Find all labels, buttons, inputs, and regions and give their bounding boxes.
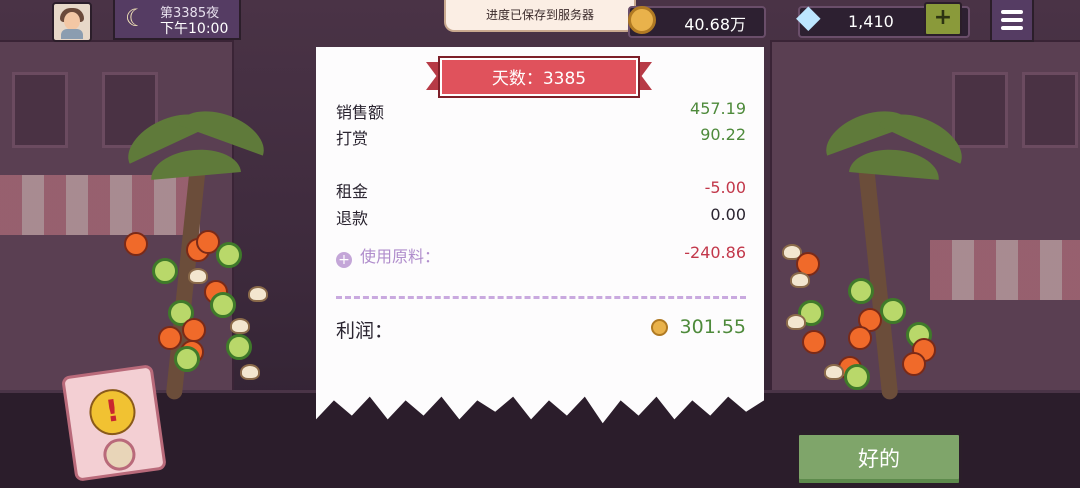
coin-icon	[628, 6, 656, 34]
garlic-clove-icon	[786, 314, 806, 330]
gem-value: 1,410	[848, 12, 894, 31]
coin-icon	[651, 319, 668, 336]
alert-card[interactable]: !	[61, 364, 167, 482]
ingredients-label: 使用原料：	[360, 247, 441, 266]
jalapeno-slice-icon	[174, 346, 200, 372]
sales-row: 销售额 457.19	[336, 99, 746, 122]
sales-label: 销售额	[336, 103, 385, 122]
receipt-divider	[336, 296, 746, 299]
menu-button[interactable]	[990, 0, 1034, 42]
tomato-slice-icon	[124, 232, 148, 256]
diamond-icon: ◆	[796, 0, 821, 35]
garlic-clove-icon	[248, 286, 268, 302]
garlic-clove-icon	[240, 364, 260, 380]
sales-value: 457.19	[690, 99, 746, 118]
rent-value: -5.00	[704, 178, 746, 197]
tips-value: 90.22	[700, 125, 746, 144]
jalapeno-slice-icon	[152, 258, 178, 284]
jalapeno-slice-icon	[848, 278, 874, 304]
day-clock-panel: ☾ 第3385夜 下午10:00	[113, 0, 241, 40]
garlic-clove-icon	[188, 268, 208, 284]
profit-label: 利润：	[336, 320, 394, 342]
tips-row: 打赏 90.22	[336, 125, 746, 148]
tomato-slice-icon	[848, 326, 872, 350]
ingredients-value: -240.86	[684, 243, 746, 262]
ingredients-row[interactable]: + 使用原料： -240.86	[336, 243, 746, 268]
rent-label: 租金	[336, 182, 369, 201]
ok-button[interactable]: 好的	[796, 432, 962, 486]
right-awning	[930, 240, 1080, 300]
left-awning	[0, 175, 200, 235]
jalapeno-slice-icon	[226, 334, 252, 360]
tomato-slice-icon	[802, 330, 826, 354]
day-title: 天数：3385	[491, 69, 587, 89]
garlic-clove-icon	[790, 272, 810, 288]
refund-value: 0.00	[710, 205, 746, 224]
profit-row: 利润： 301.55	[336, 316, 746, 342]
add-gems-button[interactable]: +	[924, 2, 962, 36]
profit-value: 301.55	[679, 316, 746, 338]
tips-label: 打赏	[336, 129, 369, 148]
clock-time: 下午10:00	[160, 21, 229, 37]
hamburger-icon	[1001, 10, 1023, 14]
exclamation-icon: !	[86, 386, 139, 439]
jalapeno-slice-icon	[210, 292, 236, 318]
expand-plus-icon[interactable]: +	[336, 252, 352, 268]
tomato-slice-icon	[158, 326, 182, 350]
garlic-clove-icon	[230, 318, 250, 334]
jalapeno-slice-icon	[216, 242, 242, 268]
card-knob	[101, 436, 138, 473]
day-ribbon: 天数：3385	[426, 58, 652, 96]
refund-row: 退款 0.00	[336, 205, 746, 228]
rent-row: 租金 -5.00	[336, 178, 746, 201]
jalapeno-slice-icon	[880, 298, 906, 324]
tomato-slice-icon	[182, 318, 206, 342]
player-avatar[interactable]	[52, 2, 92, 42]
coin-value: 40.68万	[684, 15, 746, 34]
garlic-clove-icon	[824, 364, 844, 380]
coin-balance: 40.68万	[628, 6, 766, 38]
refund-label: 退款	[336, 209, 369, 228]
jalapeno-slice-icon	[844, 364, 870, 390]
tomato-slice-icon	[902, 352, 926, 376]
save-toast: 进度已保存到服务器	[444, 0, 636, 32]
moon-icon: ☾	[125, 4, 147, 32]
